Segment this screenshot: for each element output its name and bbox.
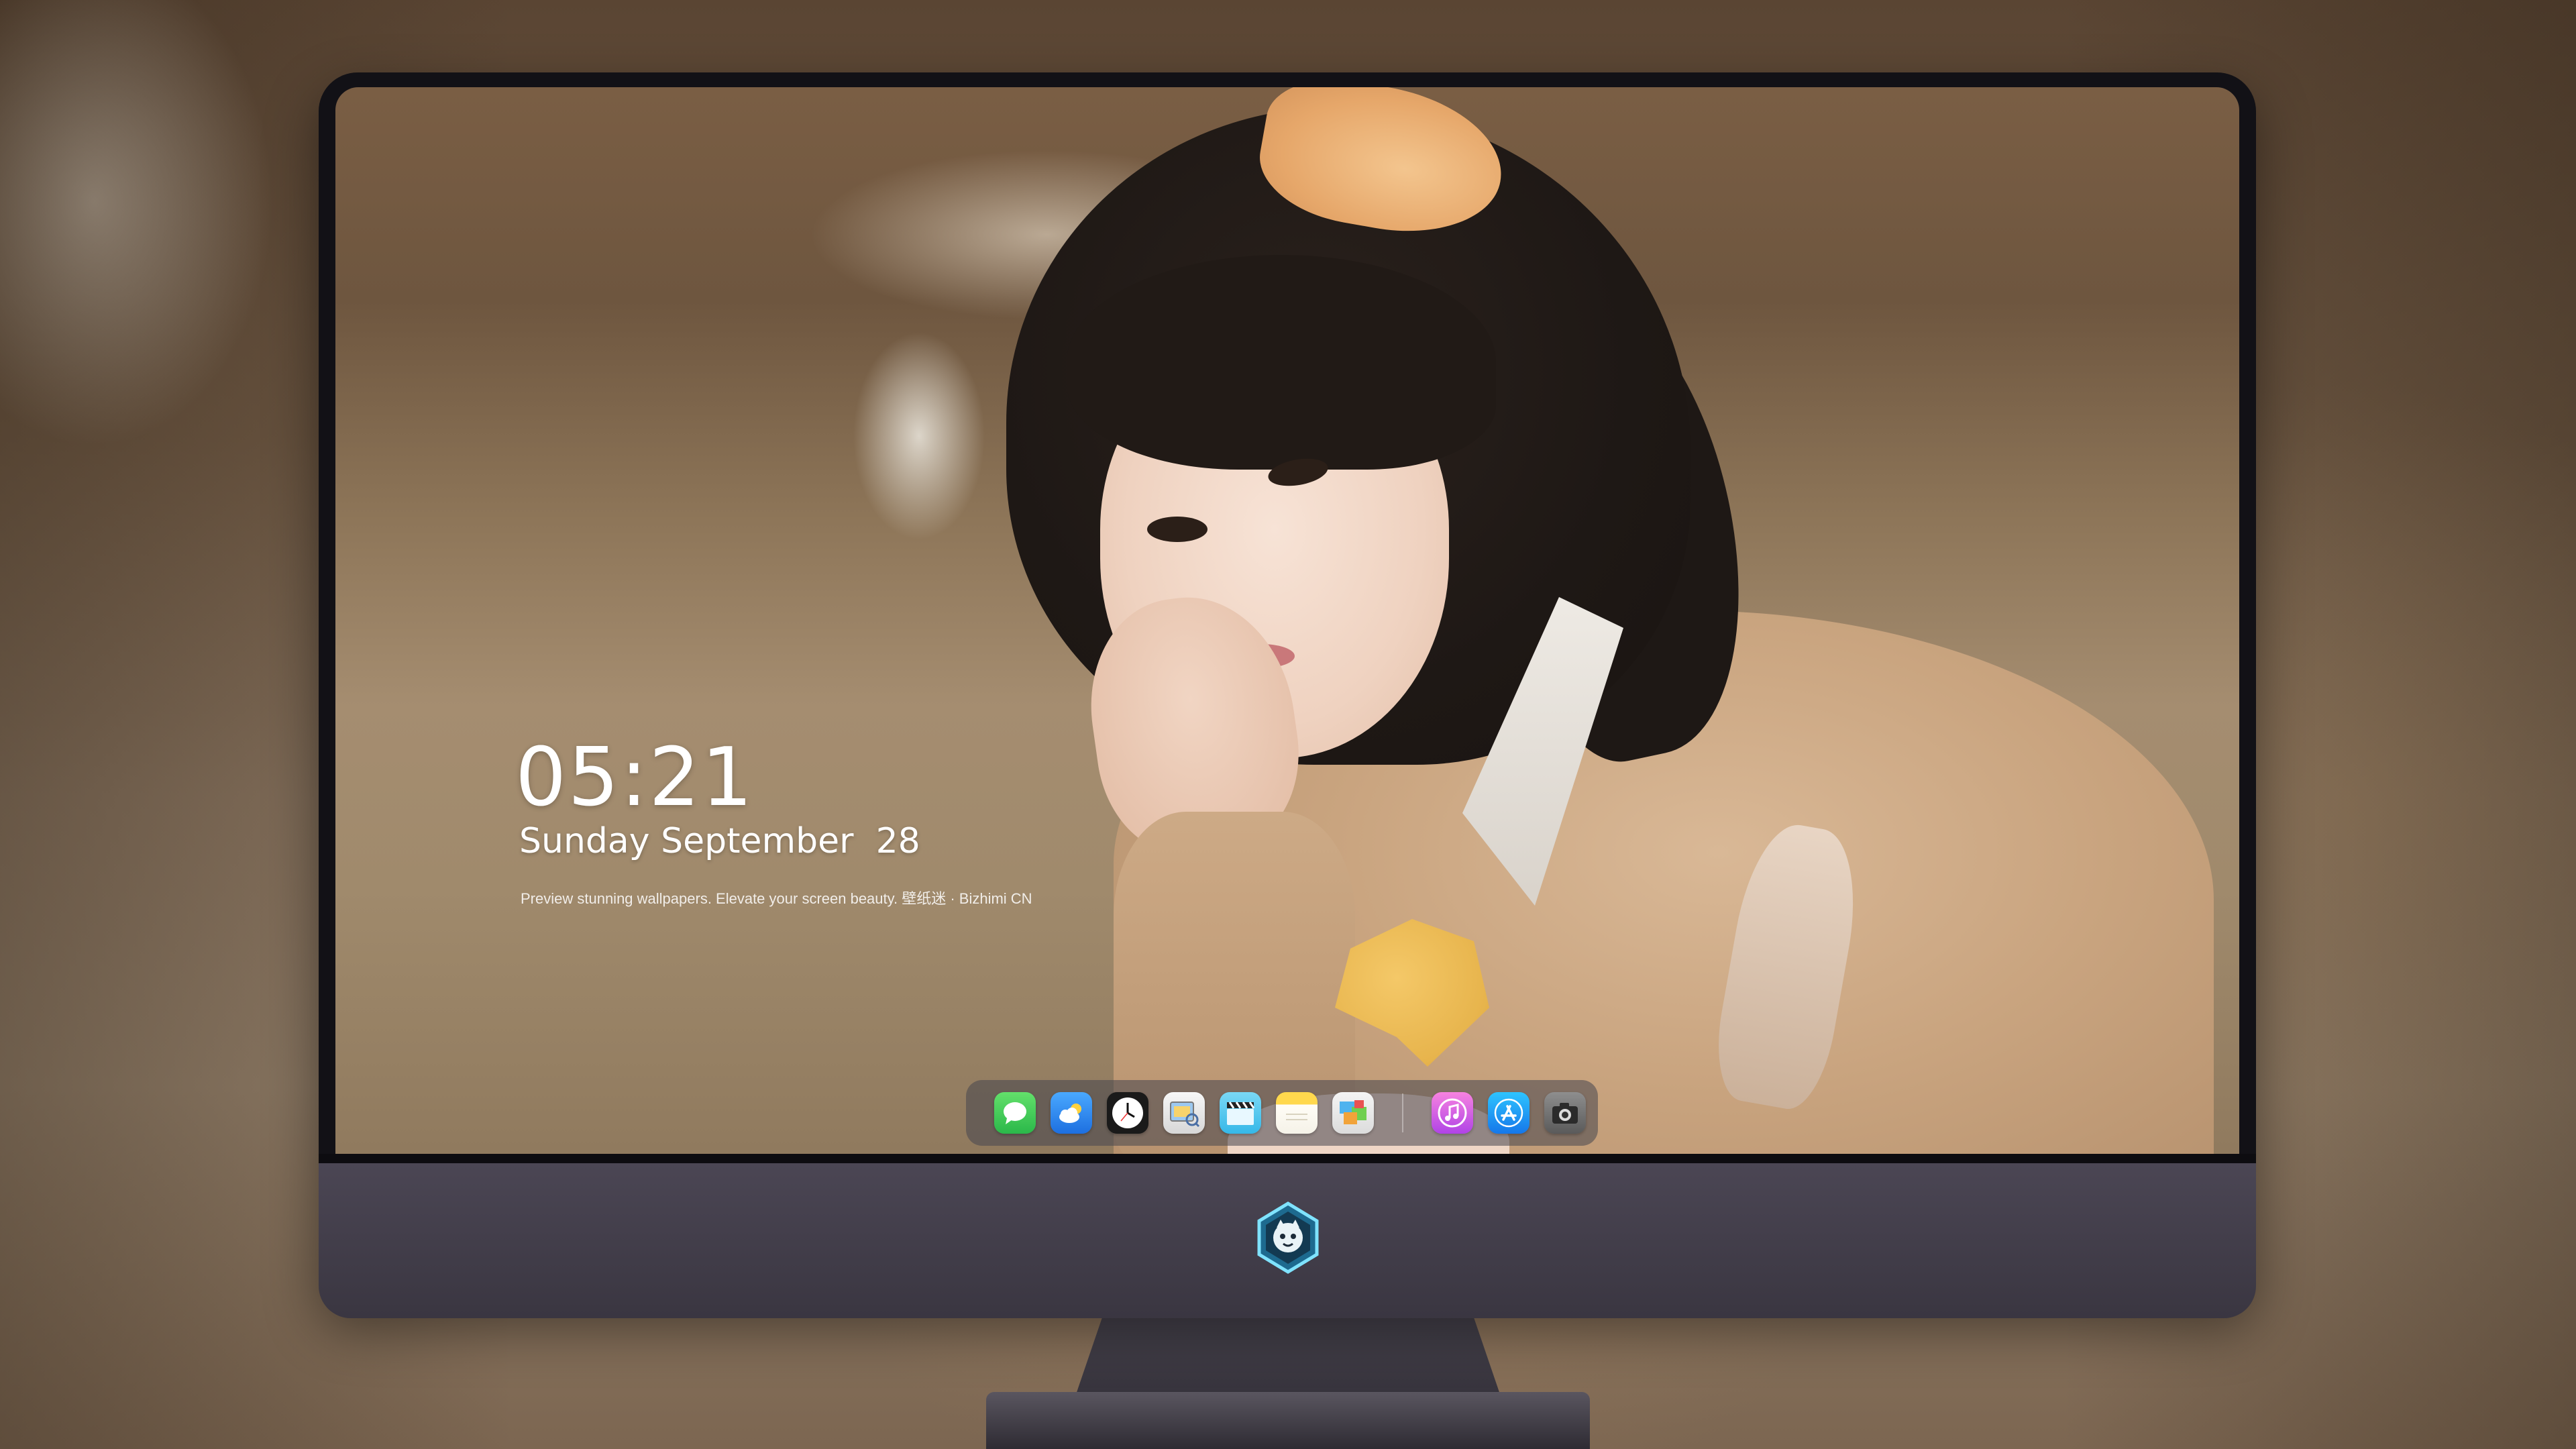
lock-clock: 05:21 <box>515 731 754 824</box>
mascot-logo-icon <box>1251 1201 1325 1275</box>
clapperboard-icon[interactable] <box>1220 1092 1261 1134</box>
preview-icon[interactable] <box>1163 1092 1205 1134</box>
lock-date: Sunday September 28 <box>519 821 920 861</box>
wallpaper-tagline: Preview stunning wallpapers. Elevate you… <box>521 890 1032 907</box>
notes-icon[interactable] <box>1276 1092 1318 1134</box>
wallpaper-bangs <box>1067 255 1496 470</box>
app-store-icon[interactable] <box>1488 1092 1529 1134</box>
music-icon[interactable] <box>1432 1092 1473 1134</box>
monitor-stand-base <box>986 1392 1590 1449</box>
weather-icon[interactable] <box>1051 1092 1092 1134</box>
wallpaper-eye-left <box>1147 517 1208 542</box>
camera-icon[interactable] <box>1544 1092 1586 1134</box>
photo-collage-icon[interactable] <box>1332 1092 1374 1134</box>
dock <box>966 1080 1598 1146</box>
dock-separator <box>1402 1093 1403 1132</box>
messages-icon[interactable] <box>994 1092 1036 1134</box>
monitor-screen[interactable]: 05:21 Sunday September 28 Preview stunni… <box>335 87 2239 1154</box>
clock-icon[interactable] <box>1107 1092 1148 1134</box>
